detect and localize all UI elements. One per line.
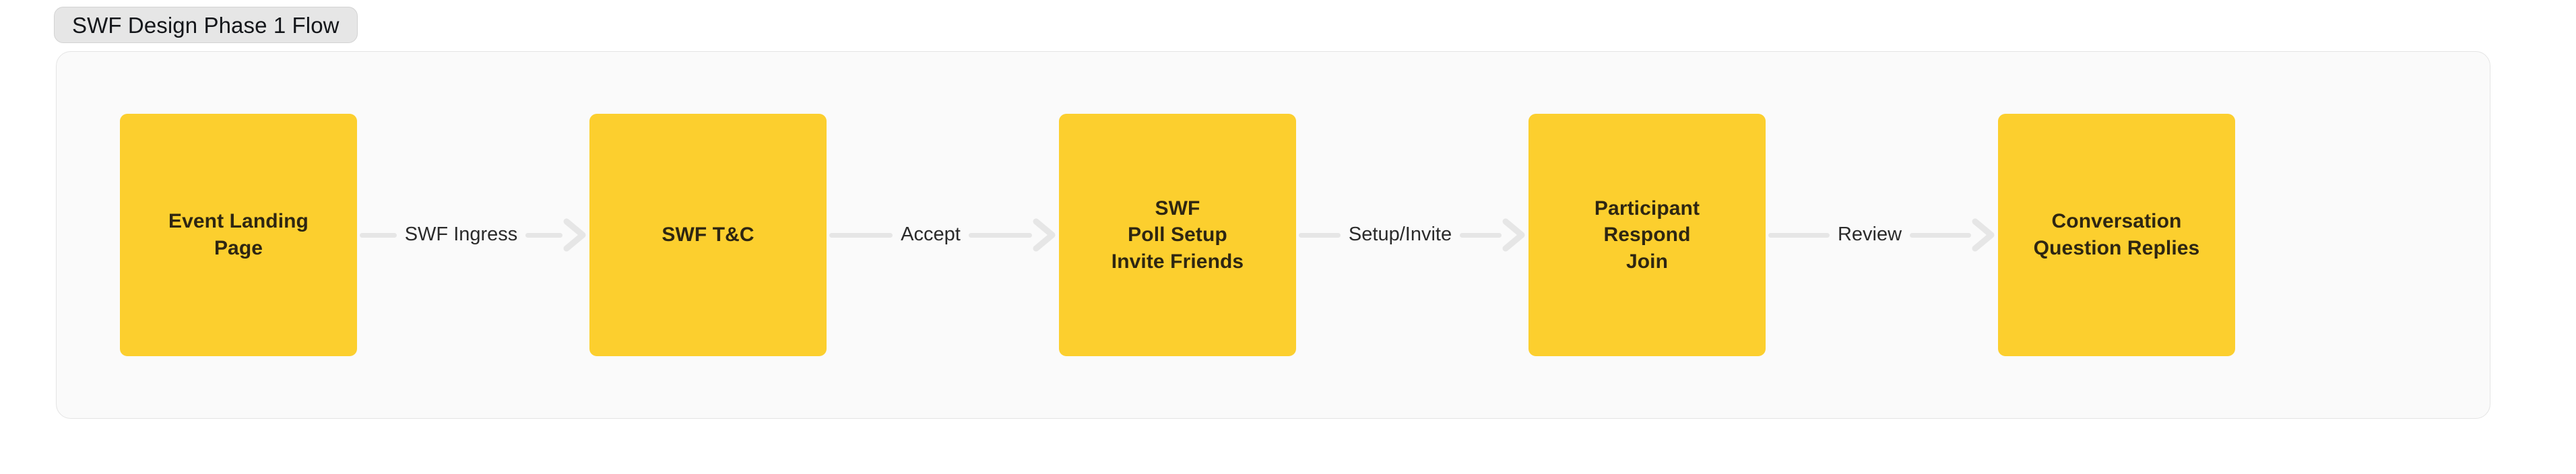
node-label-line: Event Landing (168, 210, 309, 233)
flow-node-participant-respond-join[interactable]: Participant Respond Join (1528, 114, 1766, 356)
edge-line-segment (968, 232, 1033, 238)
edge-line-segment (1460, 232, 1502, 238)
node-label-line: SWF T&C (662, 224, 754, 246)
edge-label: SWF Ingress (404, 223, 518, 245)
node-label-line: SWF (1155, 197, 1200, 219)
node-label-line: Participant (1594, 197, 1700, 219)
flow-row: Event Landing Page SWF Ingress SWF T&C A… (57, 52, 2490, 418)
node-label-line: Respond (1603, 224, 1691, 246)
node-label-line: Page (214, 237, 263, 259)
node-label-line: Conversation (2051, 210, 2182, 233)
edge-label: Review (1837, 223, 1902, 245)
flow-node-event-landing-page[interactable]: Event Landing Page (120, 114, 357, 356)
flow-node-swf-poll-setup-invite-friends[interactable]: SWF Poll Setup Invite Friends (1059, 114, 1296, 356)
flow-edge-accept: Accept (827, 114, 1059, 356)
diagram-stage: SWF Design Phase 1 Flow Event Landing Pa… (0, 0, 2576, 474)
flow-edge-setup-invite: Setup/Invite (1296, 114, 1528, 356)
edge-line-segment (525, 232, 562, 238)
edge-line-segment (1299, 232, 1341, 238)
node-label-line: Join (1625, 250, 1669, 273)
edge-line-segment (1768, 232, 1830, 238)
flow-edge-swf-ingress: SWF Ingress (357, 114, 589, 356)
arrow-right-icon (563, 218, 586, 252)
node-label-line: Question Replies (2033, 237, 2200, 259)
arrow-right-icon (1033, 218, 1056, 252)
flow-canvas: Event Landing Page SWF Ingress SWF T&C A… (56, 51, 2490, 419)
arrow-right-icon (1502, 218, 1525, 252)
edge-label: Setup/Invite (1348, 223, 1452, 245)
edge-line-segment (360, 232, 397, 238)
edge-line-segment (1910, 232, 1971, 238)
edge-label: Accept (901, 223, 961, 245)
node-label-line: Invite Friends (1111, 250, 1244, 273)
edge-line-segment (829, 232, 893, 238)
flow-edge-review: Review (1766, 114, 1998, 356)
node-label-line: Poll Setup (1128, 224, 1227, 246)
flow-node-swf-tc[interactable]: SWF T&C (589, 114, 827, 356)
diagram-title-tab[interactable]: SWF Design Phase 1 Flow (54, 7, 358, 43)
flow-node-conversation-question-replies[interactable]: Conversation Question Replies (1998, 114, 2235, 356)
diagram-title-label: SWF Design Phase 1 Flow (72, 12, 340, 38)
arrow-right-icon (1972, 218, 1995, 252)
